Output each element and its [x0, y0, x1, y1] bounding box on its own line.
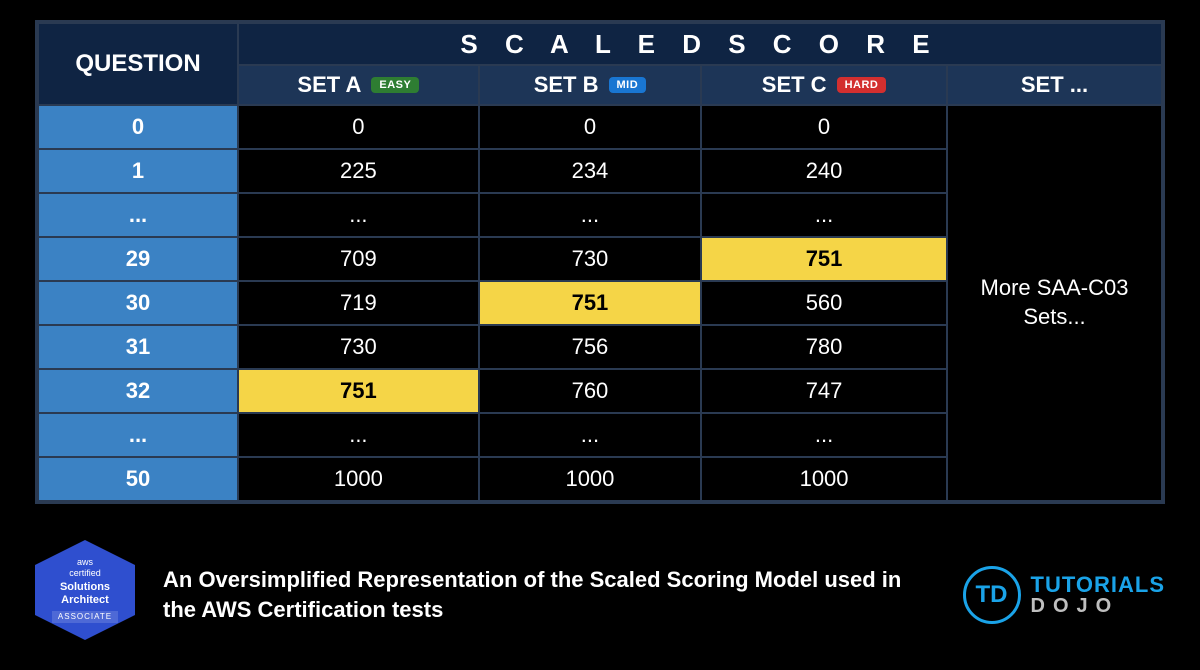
set-b-label: SET B	[534, 72, 599, 98]
logo-dojo: DOJO	[1031, 596, 1165, 616]
set-more-header: SET ...	[947, 65, 1162, 105]
score-cell-b: ...	[479, 413, 701, 457]
scaled-score-header: S C A L E D S C O R E	[238, 23, 1162, 65]
badge-solutions: Solutions	[60, 581, 110, 594]
score-cell-c: 560	[701, 281, 947, 325]
set-c-header: SET C HARD	[701, 65, 947, 105]
score-cell-b: 234	[479, 149, 701, 193]
score-cell-b: 751	[479, 281, 701, 325]
score-cell-a: 225	[238, 149, 479, 193]
scaled-score-table: QUESTION S C A L E D S C O R E SET A EAS…	[37, 22, 1163, 502]
score-cell-c: 747	[701, 369, 947, 413]
difficulty-badge-mid: MID	[609, 77, 647, 93]
score-cell-a: 709	[238, 237, 479, 281]
question-cell: 0	[38, 105, 238, 149]
question-cell: ...	[38, 413, 238, 457]
score-cell-b: 756	[479, 325, 701, 369]
score-cell-a: 1000	[238, 457, 479, 501]
caption-text: An Oversimplified Representation of the …	[163, 565, 935, 624]
question-cell: 30	[38, 281, 238, 325]
footer: aws certified Solutions Architect ASSOCI…	[35, 540, 1165, 650]
score-cell-c: 0	[701, 105, 947, 149]
td-circle-icon: TD	[963, 566, 1021, 624]
score-cell-b: 760	[479, 369, 701, 413]
score-cell-a: 730	[238, 325, 479, 369]
score-cell-b: 0	[479, 105, 701, 149]
table-row: 0000More SAA-C03 Sets...	[38, 105, 1162, 149]
badge-associate: ASSOCIATE	[52, 611, 118, 623]
logo-tutorials: TUTORIALS	[1031, 574, 1165, 596]
score-cell-a: ...	[238, 193, 479, 237]
score-cell-b: 1000	[479, 457, 701, 501]
score-cell-a: ...	[238, 413, 479, 457]
question-cell: ...	[38, 193, 238, 237]
set-b-header: SET B MID	[479, 65, 701, 105]
hexagon-icon: aws certified Solutions Architect ASSOCI…	[35, 540, 135, 640]
question-cell: 31	[38, 325, 238, 369]
score-cell-c: 240	[701, 149, 947, 193]
tutorials-dojo-logo: TD TUTORIALS DOJO	[963, 566, 1165, 624]
table-body: 0000More SAA-C03 Sets...1225234240......…	[38, 105, 1162, 501]
set-a-header: SET A EASY	[238, 65, 479, 105]
score-table-frame: QUESTION S C A L E D S C O R E SET A EAS…	[35, 20, 1165, 504]
badge-aws: aws	[77, 557, 93, 567]
question-header: QUESTION	[38, 23, 238, 105]
score-cell-b: ...	[479, 193, 701, 237]
difficulty-badge-easy: EASY	[371, 77, 419, 93]
score-cell-c: 1000	[701, 457, 947, 501]
badge-certified: certified	[69, 568, 101, 579]
badge-architect: Architect	[61, 594, 109, 607]
aws-cert-badge: aws certified Solutions Architect ASSOCI…	[35, 540, 135, 650]
score-cell-c: 751	[701, 237, 947, 281]
score-cell-c: ...	[701, 193, 947, 237]
question-cell: 1	[38, 149, 238, 193]
score-cell-b: 730	[479, 237, 701, 281]
set-c-label: SET C	[762, 72, 827, 98]
score-cell-c: ...	[701, 413, 947, 457]
score-cell-c: 780	[701, 325, 947, 369]
score-cell-a: 751	[238, 369, 479, 413]
question-cell: 32	[38, 369, 238, 413]
more-sets-cell: More SAA-C03 Sets...	[947, 105, 1162, 501]
question-cell: 29	[38, 237, 238, 281]
question-cell: 50	[38, 457, 238, 501]
score-cell-a: 719	[238, 281, 479, 325]
score-cell-a: 0	[238, 105, 479, 149]
set-a-label: SET A	[297, 72, 361, 98]
difficulty-badge-hard: HARD	[837, 77, 887, 93]
